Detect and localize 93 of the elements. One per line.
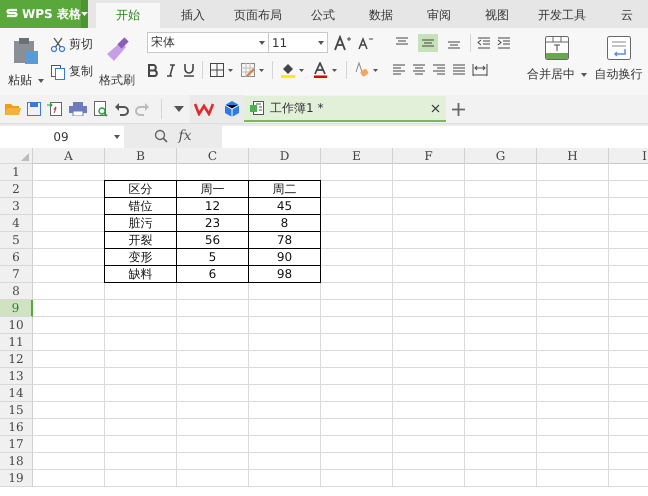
ribbon-tab[interactable]: 开始: [96, 3, 160, 28]
ribbon-tab[interactable]: 审阅: [414, 3, 464, 28]
align-center-icon[interactable]: [412, 64, 426, 76]
row-header[interactable]: 18: [0, 453, 33, 470]
row-header[interactable]: 12: [0, 351, 33, 368]
formula-input[interactable]: [222, 126, 648, 148]
column-header[interactable]: E: [321, 148, 393, 164]
ribbon-tab[interactable]: 视图: [472, 3, 522, 28]
triangle-icon: [21, 153, 29, 161]
undo-icon[interactable]: [115, 102, 129, 116]
cube-icon[interactable]: [224, 101, 240, 117]
scissors-icon: [50, 36, 66, 52]
caret-icon: [80, 12, 88, 16]
table-cell: 缺料: [104, 265, 177, 283]
font-name-dropdown[interactable]: 宋体: [146, 32, 269, 53]
ribbon-tab[interactable]: 页面布局: [226, 3, 290, 28]
decrease-indent-icon[interactable]: [476, 37, 491, 49]
row-header[interactable]: 2: [0, 181, 33, 198]
distributed-icon[interactable]: [472, 64, 488, 76]
column-header[interactable]: D: [249, 148, 321, 164]
row-header[interactable]: 3: [0, 198, 33, 215]
column-header[interactable]: B: [105, 148, 177, 164]
column-header[interactable]: A: [33, 148, 105, 164]
row-header[interactable]: 14: [0, 385, 33, 402]
row-header[interactable]: 10: [0, 317, 33, 334]
cut-button[interactable]: 剪切: [50, 36, 93, 53]
merge-cells-icon: [544, 36, 569, 60]
row-header[interactable]: 13: [0, 368, 33, 385]
eraser-icon[interactable]: [354, 62, 380, 78]
copy-icon: [50, 64, 66, 80]
table-cell: 周二: [248, 180, 321, 198]
grow-font-icon[interactable]: [334, 34, 352, 50]
font-color-icon[interactable]: [312, 62, 339, 78]
align-left-icon[interactable]: [392, 64, 406, 76]
ribbon-tab[interactable]: 插入: [168, 3, 218, 28]
lines-icon: [420, 37, 435, 49]
ribbon-tab[interactable]: 开发工具: [530, 3, 594, 28]
close-icon[interactable]: [431, 104, 440, 112]
row-header[interactable]: 16: [0, 419, 33, 436]
paste-button[interactable]: 粘贴: [8, 30, 44, 95]
ribbon-tab[interactable]: 公式: [298, 3, 348, 28]
spreadsheet-file-icon: [250, 101, 264, 115]
merge-center-button[interactable]: 合并居中: [522, 30, 591, 95]
row-header[interactable]: 4: [0, 215, 33, 232]
format-painter-button[interactable]: 格式刷: [98, 30, 135, 95]
align-right-icon[interactable]: [432, 64, 446, 76]
cell-style-icon[interactable]: [240, 63, 265, 77]
align-middle-button[interactable]: [418, 34, 438, 52]
column-header[interactable]: I: [609, 148, 648, 164]
new-tab-icon[interactable]: [452, 102, 465, 116]
row-header[interactable]: 1: [0, 164, 33, 181]
insert-function-button[interactable]: fx: [178, 128, 192, 144]
increase-indent-icon[interactable]: [496, 37, 511, 49]
column-header[interactable]: C: [177, 148, 249, 164]
underline-icon[interactable]: [182, 63, 195, 77]
export-pdf-icon[interactable]: [47, 101, 63, 117]
ribbon-tab[interactable]: 数据: [356, 3, 406, 28]
table-cell: 区分: [104, 180, 177, 198]
clipboard-icon: [12, 36, 40, 66]
copy-button[interactable]: 复制: [50, 63, 93, 80]
print-icon[interactable]: [69, 102, 87, 116]
italic-icon[interactable]: [166, 64, 176, 76]
table-cell: 98: [248, 265, 321, 283]
print-preview-icon[interactable]: [93, 101, 109, 117]
fill-color-icon[interactable]: [280, 62, 306, 78]
row-header[interactable]: 9: [0, 300, 33, 317]
borders-icon[interactable]: [210, 63, 234, 77]
ribbon-tab[interactable]: 云: [602, 3, 648, 28]
column-header[interactable]: F: [393, 148, 465, 164]
row-header[interactable]: 17: [0, 436, 33, 453]
row-header[interactable]: 5: [0, 232, 33, 249]
shrink-font-icon[interactable]: [358, 36, 374, 50]
row-header[interactable]: 6: [0, 249, 33, 266]
row-header[interactable]: 7: [0, 266, 33, 283]
row-header[interactable]: 15: [0, 402, 33, 419]
document-title: 工作簿1 *: [270, 100, 324, 116]
document-tab[interactable]: 工作簿1 *: [244, 96, 446, 122]
row-header[interactable]: 19: [0, 470, 33, 487]
wrap-text-button[interactable]: 自动换行: [590, 30, 647, 95]
justify-icon[interactable]: [452, 64, 466, 76]
save-icon[interactable]: [27, 102, 41, 116]
name-box[interactable]: 09: [0, 126, 124, 148]
s-logo-icon: [6, 8, 18, 20]
row-header[interactable]: 11: [0, 334, 33, 351]
caret-icon[interactable]: [174, 106, 184, 112]
w-logo-icon[interactable]: [194, 102, 214, 116]
wrap-text-icon: [606, 36, 631, 60]
font-size-dropdown[interactable]: 11: [268, 32, 328, 53]
bold-icon[interactable]: [146, 64, 159, 76]
search-icon[interactable]: [154, 129, 168, 143]
column-header[interactable]: H: [537, 148, 609, 164]
row-header[interactable]: 8: [0, 283, 33, 300]
column-header[interactable]: G: [465, 148, 537, 164]
